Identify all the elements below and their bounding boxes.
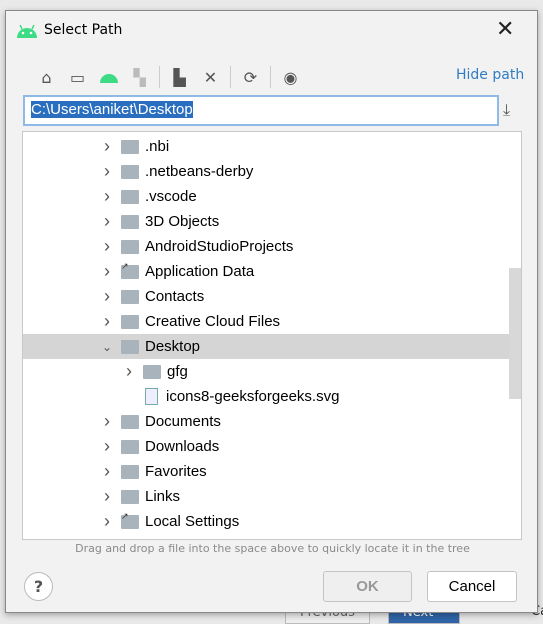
chevron-right-icon[interactable]: › (101, 436, 113, 457)
tree-item-label: Application Data (145, 263, 255, 280)
chevron-right-icon[interactable]: › (123, 361, 135, 382)
folder-icon (121, 339, 139, 354)
chevron-right-icon[interactable]: › (101, 211, 113, 232)
folder-icon (121, 439, 139, 454)
tree-item[interactable]: › Application Data (23, 259, 509, 284)
chevron-right-icon[interactable]: › (101, 161, 113, 182)
folder-icon (121, 261, 139, 279)
cancel-button[interactable]: Cancel (427, 571, 517, 602)
tree-item[interactable]: › Creative Cloud Files (23, 309, 509, 334)
hide-path-link[interactable]: Hide path (456, 67, 524, 83)
home-icon[interactable]: ⌂ (31, 65, 62, 89)
show-hidden-icon[interactable]: ◉ (275, 65, 306, 89)
desktop-icon[interactable]: ▭ (62, 65, 93, 89)
tree-item-label: .nbi (145, 138, 170, 155)
tree-item[interactable]: › 3D Objects (23, 209, 509, 234)
tree-item-label: icons8-geeksforgeeks.svg (166, 388, 340, 405)
chevron-right-icon[interactable]: › (101, 286, 113, 307)
tree-item[interactable]: icons8-geeksforgeeks.svg (23, 384, 509, 409)
folder-icon (143, 364, 161, 379)
toolbar-separator (230, 66, 231, 88)
folder-icon (121, 289, 139, 304)
chevron-right-icon[interactable]: › (101, 461, 113, 482)
refresh-icon[interactable]: ⟳ (235, 65, 266, 89)
tree-item-label: Desktop (145, 338, 201, 355)
android-project-icon[interactable] (93, 65, 124, 89)
tree-item-label: Downloads (145, 438, 220, 455)
tree-item[interactable]: › Documents (23, 409, 509, 434)
tree-item-label: .vscode (145, 188, 197, 205)
tree-item-label: Contacts (145, 288, 205, 305)
folder-icon (121, 464, 139, 479)
folder-icon (121, 314, 139, 329)
folder-icon (121, 164, 139, 179)
tree-item-label: gfg (167, 363, 188, 380)
tree-item[interactable]: › AndroidStudioProjects (23, 234, 509, 259)
chevron-right-icon[interactable]: › (101, 186, 113, 207)
tree-item[interactable]: › Local Settings (23, 509, 509, 534)
tree-item-label: Favorites (145, 463, 207, 480)
file-tree[interactable]: › .nbi › .netbeans-derby › .vscode › 3D Objects… (22, 131, 522, 540)
folder-icon (121, 214, 139, 229)
tree-item[interactable]: › .netbeans-derby (23, 159, 509, 184)
select-path-dialog: Select Path ✕ ⌂ ▭ ▚ ▙ ✕ ⟳ ◉ Hide path C:… (5, 10, 538, 613)
download-icon[interactable]: ⤓ (503, 100, 510, 120)
path-input[interactable]: C:\Users\aniket\Desktop (23, 95, 499, 126)
folder-icon (121, 414, 139, 429)
toolbar-separator (270, 66, 271, 88)
tree-item[interactable]: › Favorites (23, 459, 509, 484)
android-icon (17, 25, 37, 38)
tree-item-label: Documents (145, 413, 221, 430)
path-text: C:\Users\aniket\Desktop (31, 101, 193, 118)
tree-item[interactable]: ⌄ Desktop (23, 334, 509, 359)
toolbar: ⌂ ▭ ▚ ▙ ✕ ⟳ ◉ (31, 65, 306, 89)
module-icon: ▚ (133, 67, 146, 87)
chevron-right-icon[interactable]: › (101, 136, 113, 157)
folder-icon (121, 489, 139, 504)
folder-icon (121, 189, 139, 204)
tree-item-label: AndroidStudioProjects (145, 238, 294, 255)
tree-item[interactable]: › Links (23, 484, 509, 509)
chevron-right-icon[interactable]: › (101, 236, 113, 257)
help-button[interactable]: ? (24, 572, 53, 601)
drag-drop-hint: Drag and drop a file into the space abov… (75, 542, 470, 555)
chevron-right-icon[interactable]: › (101, 261, 113, 282)
dialog-title: Select Path (44, 22, 123, 38)
tree-item-label: 3D Objects (145, 213, 220, 230)
folder-icon (121, 239, 139, 254)
tree-item-label: .netbeans-derby (145, 163, 254, 180)
tree-item-label: Local Settings (145, 513, 240, 530)
close-icon[interactable]: ✕ (496, 17, 514, 42)
tree-item-label: Creative Cloud Files (145, 313, 281, 330)
chevron-right-icon[interactable]: › (101, 486, 113, 507)
tree-item[interactable]: › Contacts (23, 284, 509, 309)
folder-icon (121, 511, 139, 529)
scrollbar-thumb[interactable] (509, 268, 521, 399)
new-folder-icon[interactable]: ▙ (164, 65, 195, 89)
chevron-right-icon[interactable]: › (101, 511, 113, 532)
tree-item[interactable]: › .vscode (23, 184, 509, 209)
tree-item-label: Links (145, 488, 181, 505)
toolbar-separator (159, 66, 160, 88)
delete-icon[interactable]: ✕ (195, 65, 226, 89)
chevron-down-icon[interactable]: ⌄ (101, 340, 113, 354)
tree-item[interactable]: › gfg (23, 359, 509, 384)
svg-file-icon (145, 388, 158, 405)
ok-button[interactable]: OK (323, 571, 412, 602)
chevron-right-icon[interactable]: › (101, 311, 113, 332)
tree-item[interactable]: › Downloads (23, 434, 509, 459)
folder-icon (121, 139, 139, 154)
chevron-right-icon[interactable]: › (101, 411, 113, 432)
tree-item[interactable]: › .nbi (23, 134, 509, 159)
